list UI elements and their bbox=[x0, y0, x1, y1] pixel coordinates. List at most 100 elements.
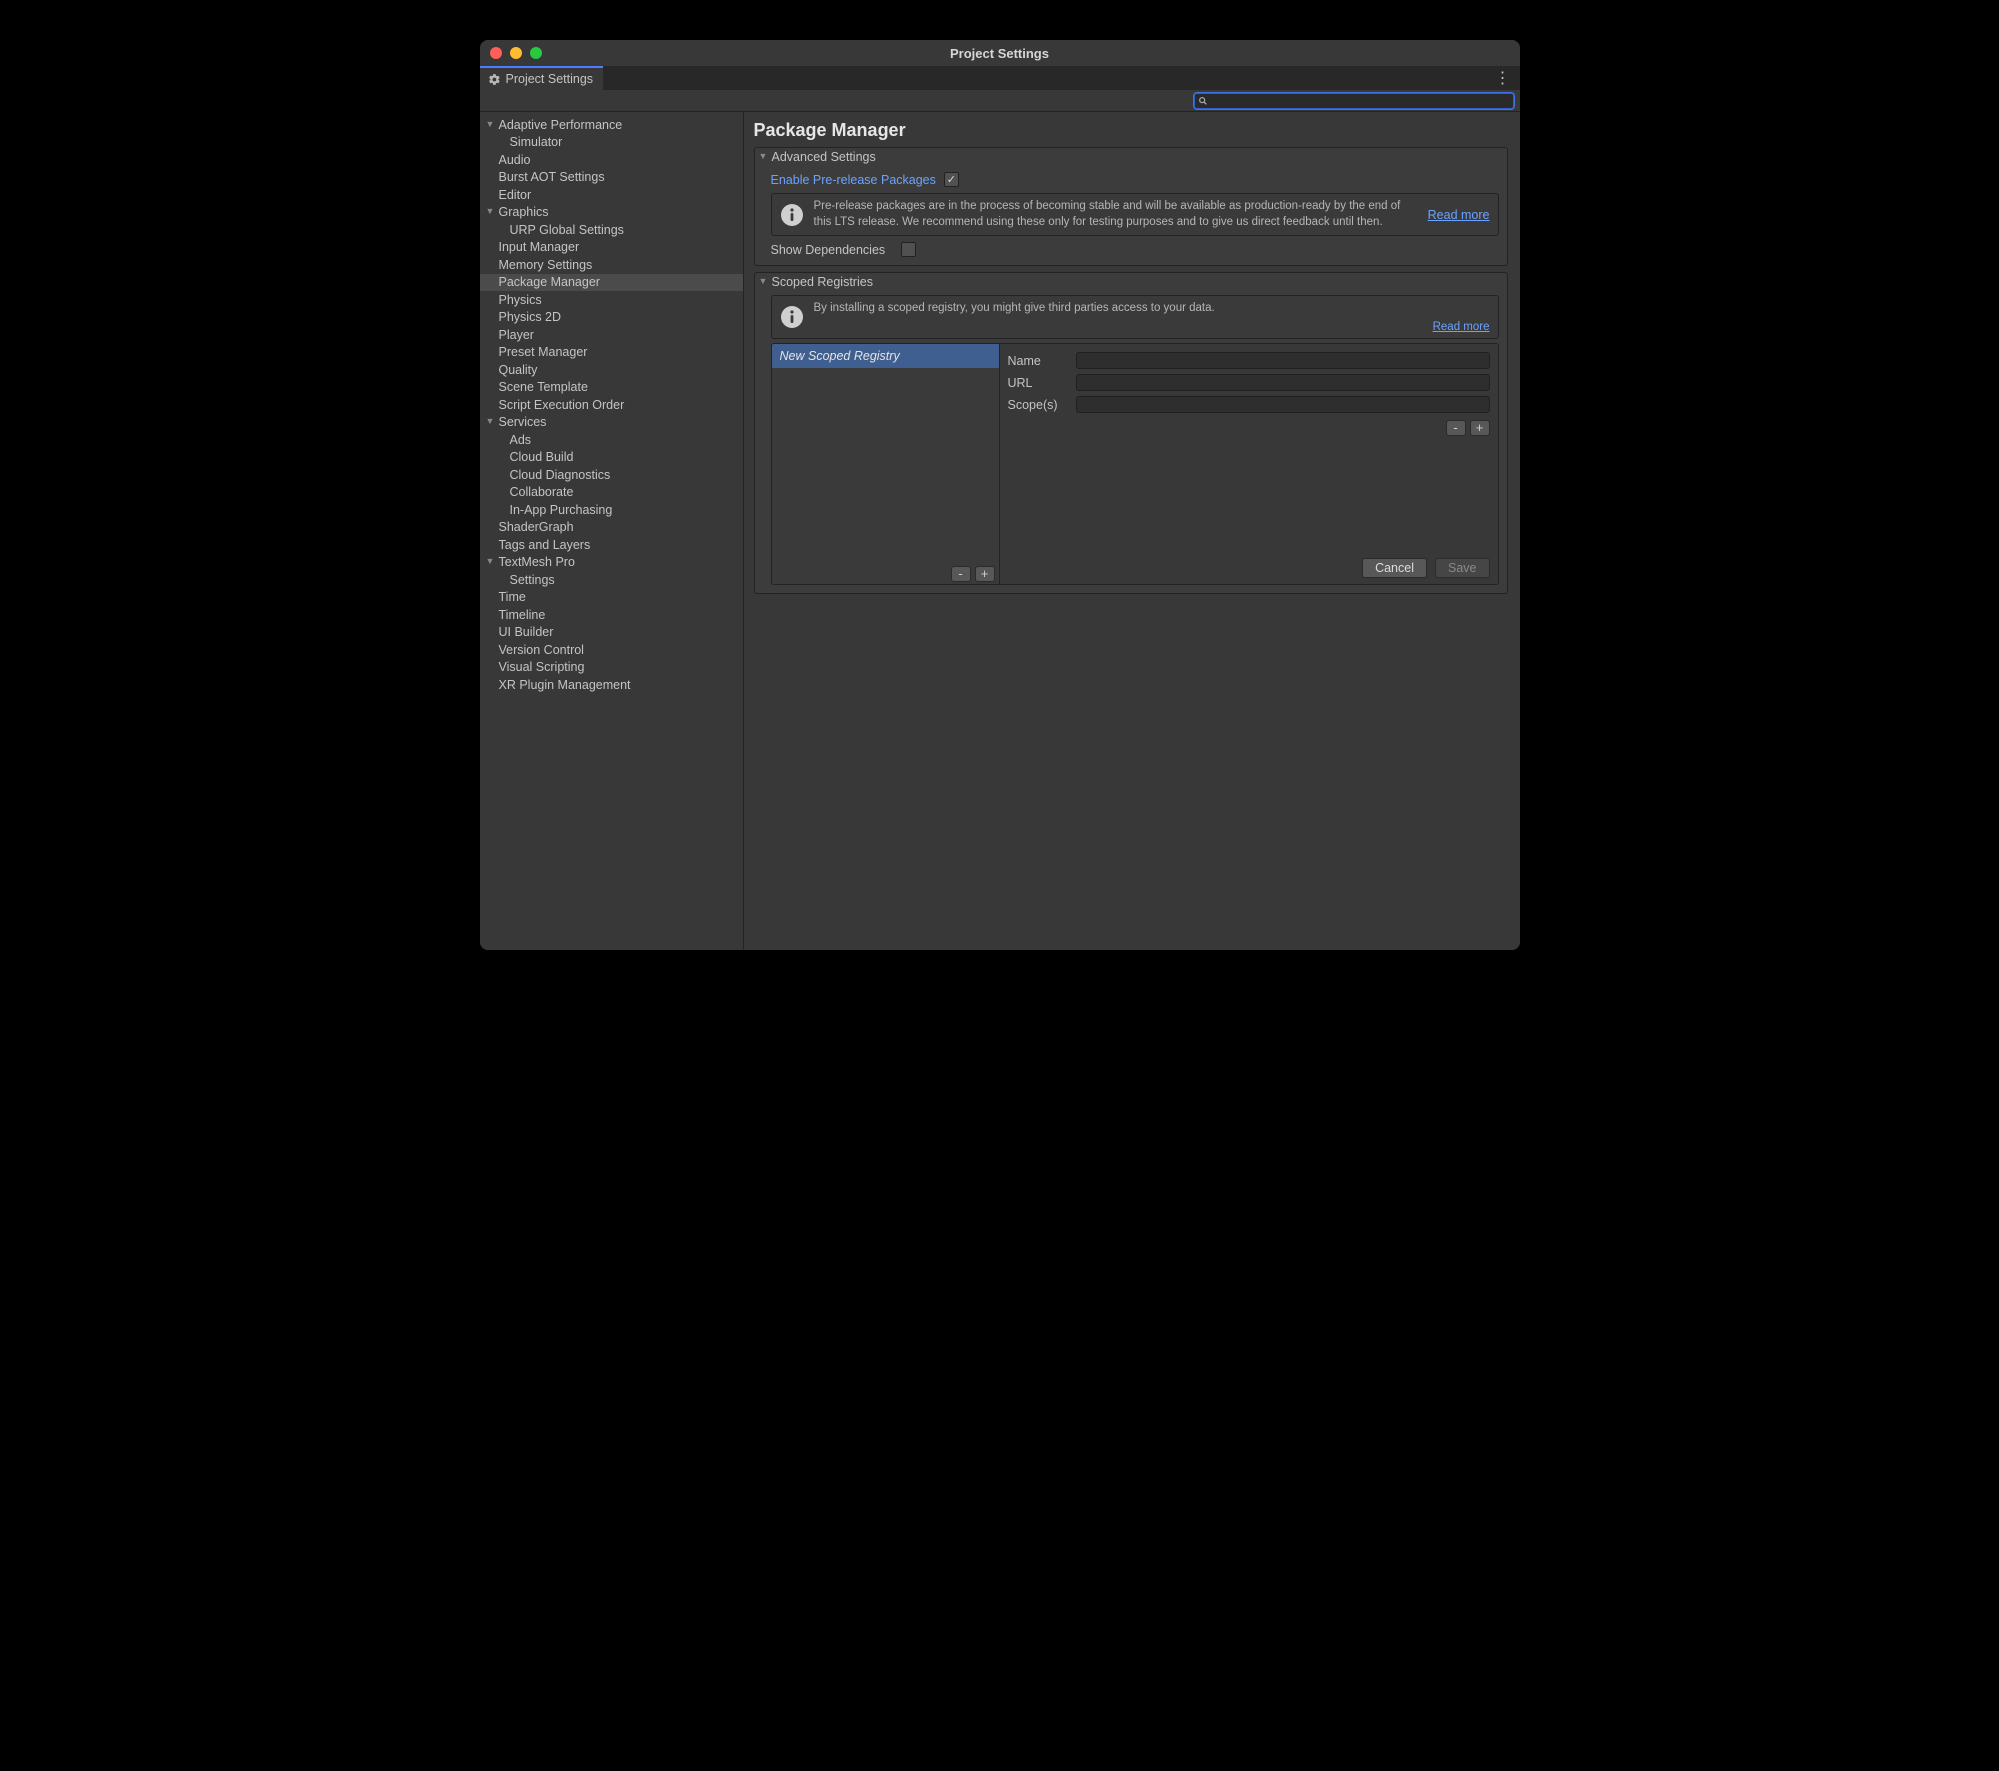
sidebar-item-label: ShaderGraph bbox=[499, 520, 574, 534]
sidebar-item[interactable]: ▼Timeline bbox=[480, 606, 743, 624]
registry-form-panel: Name URL Scope(s) bbox=[1000, 344, 1498, 584]
sidebar-item[interactable]: Cloud Build bbox=[480, 449, 743, 467]
sidebar-item[interactable]: ▼Scene Template bbox=[480, 379, 743, 397]
sidebar-item[interactable]: ▼Physics 2D bbox=[480, 309, 743, 327]
search-row bbox=[480, 90, 1520, 112]
show-dependencies-checkbox[interactable] bbox=[901, 242, 916, 257]
sidebar-item[interactable]: ▼Player bbox=[480, 326, 743, 344]
chevron-down-icon: ▼ bbox=[486, 416, 496, 426]
sidebar-item[interactable]: ▼UI Builder bbox=[480, 624, 743, 642]
sidebar-item[interactable]: Collaborate bbox=[480, 484, 743, 502]
sidebar-item[interactable]: ▼Quality bbox=[480, 361, 743, 379]
sidebar-item-label: UI Builder bbox=[499, 625, 554, 639]
sidebar-item[interactable]: ▼Editor bbox=[480, 186, 743, 204]
sidebar-item[interactable]: ▼Graphics bbox=[480, 204, 743, 222]
prerelease-info-banner: Pre-release packages are in the process … bbox=[771, 193, 1499, 236]
registry-list-item[interactable]: New Scoped Registry bbox=[772, 344, 999, 368]
advanced-settings-header[interactable]: ▼ Advanced Settings bbox=[755, 148, 1507, 166]
sidebar-item[interactable]: ▼Preset Manager bbox=[480, 344, 743, 362]
sidebar-item-label: Package Manager bbox=[499, 275, 600, 289]
foldout-icon: ▼ bbox=[759, 276, 769, 286]
sidebar-item[interactable]: ▼Memory Settings bbox=[480, 256, 743, 274]
sidebar-item-label: Graphics bbox=[499, 205, 549, 219]
sidebar-item[interactable]: ▼XR Plugin Management bbox=[480, 676, 743, 694]
sidebar-item-label: Player bbox=[499, 328, 534, 342]
advanced-settings-section: ▼ Advanced Settings Enable Pre-release P… bbox=[754, 147, 1508, 266]
sidebar-item[interactable]: ▼Services bbox=[480, 414, 743, 432]
sidebar-item[interactable]: In-App Purchasing bbox=[480, 501, 743, 519]
window-menu-button[interactable]: ⋮ bbox=[1492, 66, 1514, 90]
scoped-registries-section: ▼ Scoped Registries By installing a scop… bbox=[754, 272, 1508, 594]
sidebar-item-label: Collaborate bbox=[510, 485, 574, 499]
registry-add-button[interactable]: + bbox=[975, 566, 995, 582]
show-dependencies-row: Show Dependencies bbox=[771, 240, 1499, 257]
registry-remove-button[interactable]: - bbox=[951, 566, 971, 582]
sidebar-item[interactable]: ▼Audio bbox=[480, 151, 743, 169]
registry-scopes-row: Scope(s) bbox=[1008, 394, 1490, 416]
enable-prerelease-label[interactable]: Enable Pre-release Packages bbox=[771, 173, 936, 187]
sidebar-item-label: Scene Template bbox=[499, 380, 588, 394]
sidebar-item-label: Editor bbox=[499, 188, 532, 202]
registry-form-footer: Cancel Save bbox=[1008, 552, 1490, 578]
sidebar-item[interactable]: ▼Package Manager bbox=[480, 274, 743, 292]
prerelease-read-more-link[interactable]: Read more bbox=[1428, 208, 1490, 222]
sidebar-item-label: XR Plugin Management bbox=[499, 678, 631, 692]
search-icon bbox=[1195, 94, 1211, 108]
sidebar-item[interactable]: ▼Script Execution Order bbox=[480, 396, 743, 414]
sidebar-item-label: Quality bbox=[499, 363, 538, 377]
save-button[interactable]: Save bbox=[1435, 558, 1490, 578]
sidebar-item[interactable]: Ads bbox=[480, 431, 743, 449]
scoped-registries-header[interactable]: ▼ Scoped Registries bbox=[755, 273, 1507, 291]
sidebar-item-label: URP Global Settings bbox=[510, 223, 624, 237]
sidebar-item[interactable]: ▼Physics bbox=[480, 291, 743, 309]
sidebar-item[interactable]: ▼ShaderGraph bbox=[480, 519, 743, 537]
sidebar-item[interactable]: ▼Burst AOT Settings bbox=[480, 169, 743, 187]
sidebar-item[interactable]: Simulator bbox=[480, 134, 743, 152]
project-settings-window: Project Settings Project Settings ⋮ ▼Ada… bbox=[480, 40, 1520, 950]
tab-project-settings[interactable]: Project Settings bbox=[480, 66, 604, 90]
registry-url-input[interactable] bbox=[1076, 374, 1490, 391]
search-box[interactable] bbox=[1194, 93, 1514, 109]
advanced-settings-title: Advanced Settings bbox=[772, 150, 876, 164]
registry-scopes-input[interactable] bbox=[1076, 396, 1490, 413]
sidebar-item[interactable]: ▼Time bbox=[480, 589, 743, 607]
sidebar-item-label: Script Execution Order bbox=[499, 398, 625, 412]
chevron-down-icon: ▼ bbox=[486, 119, 496, 129]
advanced-settings-body: Enable Pre-release Packages ✓ Pre-releas… bbox=[755, 166, 1507, 265]
search-input[interactable] bbox=[1211, 94, 1513, 108]
prerelease-info-text: Pre-release packages are in the process … bbox=[814, 199, 1418, 230]
registry-url-label: URL bbox=[1008, 376, 1070, 390]
registry-name-row: Name bbox=[1008, 350, 1490, 372]
sidebar-item[interactable]: ▼Visual Scripting bbox=[480, 659, 743, 677]
scoped-info-text: By installing a scoped registry, you mig… bbox=[814, 301, 1490, 317]
scope-remove-button[interactable]: - bbox=[1446, 420, 1466, 436]
window-title: Project Settings bbox=[480, 46, 1520, 61]
sidebar-item[interactable]: ▼Tags and Layers bbox=[480, 536, 743, 554]
foldout-icon: ▼ bbox=[759, 151, 769, 161]
sidebar-item[interactable]: ▼Version Control bbox=[480, 641, 743, 659]
sidebar-item[interactable]: ▼Input Manager bbox=[480, 239, 743, 257]
sidebar-item[interactable]: URP Global Settings bbox=[480, 221, 743, 239]
registry-list-footer: - + bbox=[772, 564, 999, 584]
chevron-down-icon: ▼ bbox=[486, 206, 496, 216]
sidebar-item-label: Simulator bbox=[510, 135, 563, 149]
scoped-read-more-link[interactable]: Read more bbox=[1433, 321, 1490, 333]
sidebar-item[interactable]: ▼TextMesh Pro bbox=[480, 554, 743, 572]
sidebar-item[interactable]: ▼Adaptive Performance bbox=[480, 116, 743, 134]
sidebar-item-label: Input Manager bbox=[499, 240, 580, 254]
scoped-info-banner: By installing a scoped registry, you mig… bbox=[771, 295, 1499, 339]
titlebar: Project Settings bbox=[480, 40, 1520, 66]
settings-sidebar: ▼Adaptive PerformanceSimulator ▼Audio▼Bur… bbox=[480, 112, 744, 950]
sidebar-item-label: TextMesh Pro bbox=[499, 555, 575, 569]
registry-list-panel: New Scoped Registry - + bbox=[772, 344, 1000, 584]
cancel-button[interactable]: Cancel bbox=[1362, 558, 1427, 578]
sidebar-item-label: Services bbox=[499, 415, 547, 429]
sidebar-item[interactable]: Settings bbox=[480, 571, 743, 589]
enable-prerelease-checkbox[interactable]: ✓ bbox=[944, 172, 959, 187]
scoped-info-text-block: By installing a scoped registry, you mig… bbox=[814, 301, 1490, 333]
registry-list: New Scoped Registry bbox=[772, 344, 999, 564]
show-dependencies-label: Show Dependencies bbox=[771, 243, 886, 257]
scope-add-button[interactable]: + bbox=[1470, 420, 1490, 436]
sidebar-item[interactable]: Cloud Diagnostics bbox=[480, 466, 743, 484]
registry-name-input[interactable] bbox=[1076, 352, 1490, 369]
